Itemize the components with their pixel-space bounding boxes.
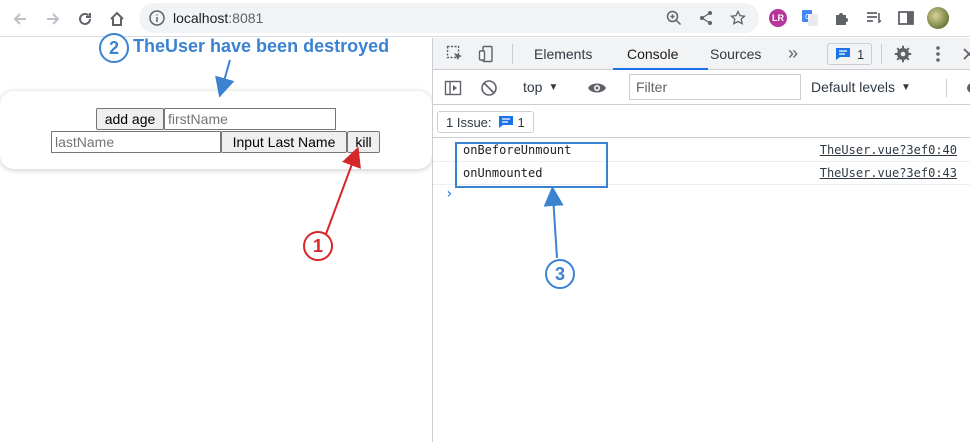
issues-chip[interactable]: 1 Issue: 1 (437, 111, 534, 133)
settings-gear-icon[interactable] (893, 44, 913, 64)
live-expression-eye-icon[interactable] (587, 78, 607, 98)
url-port: :8081 (228, 10, 264, 26)
device-toolbar-icon[interactable] (477, 44, 497, 64)
console-settings-gear-icon[interactable] (959, 78, 970, 98)
bookmark-star-icon[interactable] (730, 10, 746, 26)
log-source-link[interactable]: TheUser.vue?3ef0:40 (820, 143, 957, 157)
user-card: add age firstName lastName Input Last Na… (0, 91, 432, 169)
destroyed-annotation-text: TheUser have been destroyed (133, 36, 390, 56)
input-last-name-button[interactable]: Input Last Name (221, 131, 347, 153)
home-button[interactable] (104, 6, 130, 32)
share-icon[interactable] (698, 10, 714, 26)
context-label: top (523, 79, 543, 95)
back-arrow-icon (13, 13, 26, 25)
tab-divider-2 (881, 44, 882, 64)
console-log-row[interactable]: onUnmounted TheUser.vue?3ef0:43 (433, 162, 970, 185)
tab-console[interactable]: Console (627, 46, 678, 62)
context-selector[interactable]: top ▼ (523, 79, 558, 95)
annotation-marker-2: 2 (99, 33, 129, 63)
forward-arrow-icon (47, 13, 60, 25)
devtools-tabbar: Elements Console Sources » 1 (433, 38, 970, 70)
add-age-button[interactable]: add age (96, 108, 164, 130)
tab-divider (512, 44, 513, 64)
log-message: onUnmounted (463, 166, 543, 180)
issues-label: 1 Issue: (446, 114, 492, 130)
console-toolbar: top ▼ Filter Default levels ▼ (433, 71, 970, 105)
messages-badge-count: 1 (857, 46, 865, 62)
devtools-panel: Elements Console Sources » 1 top ▼ Filte… (432, 38, 970, 442)
log-levels-label: Default levels (811, 79, 896, 95)
log-message: onBeforeUnmount (463, 143, 572, 157)
url-host: localhost (173, 10, 229, 26)
issue-message-icon (498, 116, 513, 128)
last-name-input[interactable]: lastName (51, 131, 221, 153)
reload-icon (79, 12, 91, 25)
more-options-icon[interactable] (928, 44, 948, 64)
tab-sources[interactable]: Sources (710, 46, 761, 62)
context-dropdown-icon: ▼ (548, 81, 559, 93)
annotation-marker-3: 3 (545, 259, 575, 289)
issues-count: 1 (517, 114, 525, 130)
extension-lr-icon[interactable]: LR (767, 7, 789, 29)
first-name-input[interactable]: firstName (164, 108, 336, 130)
reload-button[interactable] (72, 6, 98, 32)
tab-elements[interactable]: Elements (534, 46, 592, 62)
more-tabs-button[interactable]: » (788, 43, 798, 64)
info-icon[interactable] (149, 10, 165, 26)
log-levels-chevron-icon: ▼ (901, 81, 911, 93)
kill-button[interactable]: kill (347, 131, 380, 153)
console-toolbar-divider (946, 79, 947, 97)
clear-console-icon[interactable] (479, 78, 499, 98)
messages-badge[interactable]: 1 (827, 43, 873, 65)
close-devtools-icon[interactable] (959, 44, 970, 64)
url-text: localhost:8081 (173, 10, 263, 26)
profile-avatar[interactable] (927, 7, 949, 29)
message-icon (836, 48, 850, 60)
active-tab-indicator (613, 68, 708, 70)
back-button[interactable] (7, 6, 33, 32)
console-filter-input[interactable]: Filter (629, 74, 801, 100)
reading-list-icon[interactable] (863, 7, 885, 29)
console-log-row[interactable]: onBeforeUnmount TheUser.vue?3ef0:40 (433, 139, 970, 162)
inspect-element-icon[interactable] (445, 44, 465, 64)
home-icon (110, 11, 124, 26)
side-panel-icon[interactable] (895, 7, 917, 29)
log-source-link[interactable]: TheUser.vue?3ef0:43 (820, 166, 957, 180)
console-prompt[interactable]: › (445, 186, 453, 202)
issues-bar: 1 Issue: 1 (433, 106, 970, 138)
forward-button[interactable] (40, 6, 66, 32)
log-levels-dropdown[interactable]: Default levels ▼ (811, 79, 911, 95)
page-viewport: add age firstName lastName Input Last Na… (0, 38, 432, 442)
browser-toolbar: localhost:8081 LR G (0, 0, 970, 37)
annotation-marker-1: 1 (303, 231, 333, 261)
extensions-puzzle-icon[interactable] (831, 7, 853, 29)
google-translate-icon[interactable]: G (799, 7, 821, 29)
issues-badge: 1 (498, 115, 525, 130)
zoom-icon[interactable] (666, 10, 682, 26)
svg-text:G: G (805, 13, 810, 21)
address-bar[interactable]: localhost:8081 (139, 3, 759, 33)
show-sidebar-icon[interactable] (443, 78, 463, 98)
